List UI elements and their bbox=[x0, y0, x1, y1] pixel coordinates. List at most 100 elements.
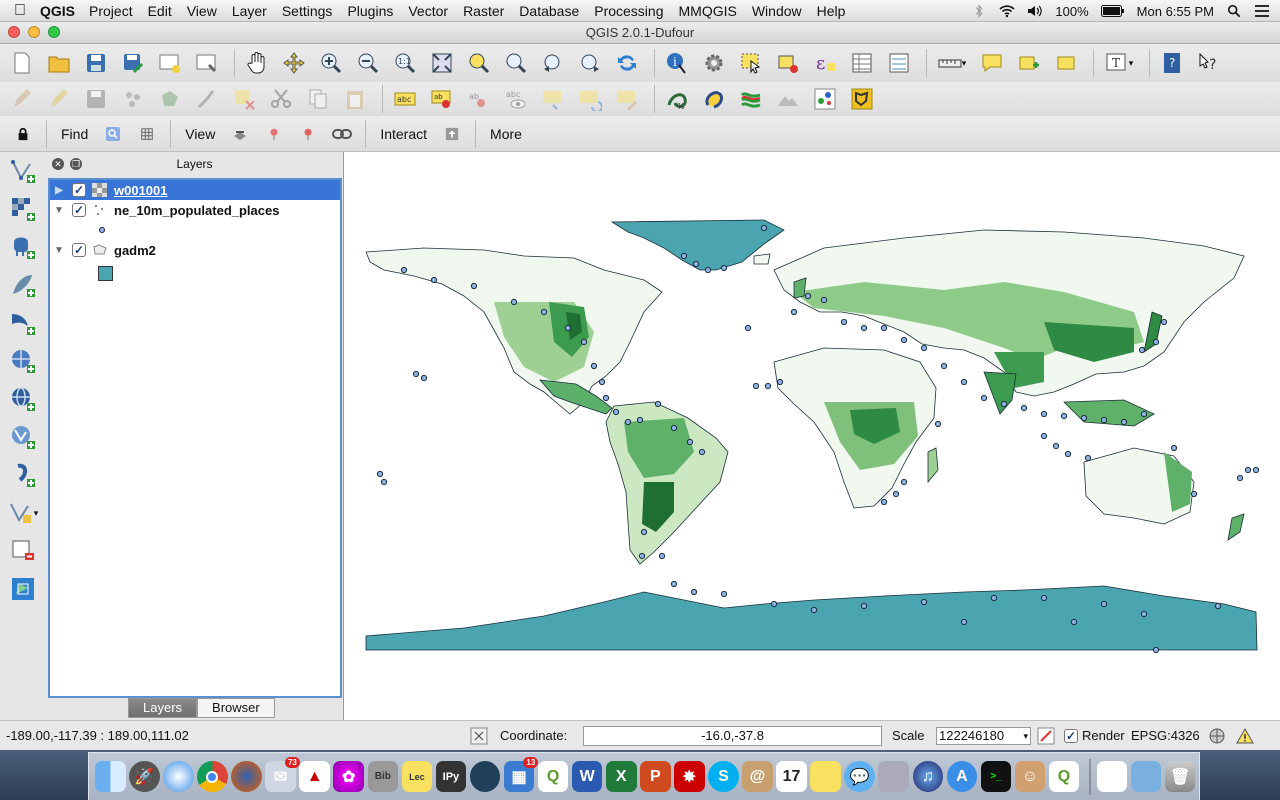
node-tool-button[interactable] bbox=[191, 84, 223, 114]
apple-menu-icon[interactable]:  bbox=[0, 2, 40, 20]
layer-view-icon[interactable] bbox=[229, 123, 251, 145]
starburst-app-icon[interactable]: ✸ bbox=[674, 761, 705, 792]
zoom-actual-size-button[interactable]: 1:1 bbox=[389, 48, 421, 78]
upload-icon[interactable] bbox=[441, 123, 463, 145]
run-feature-action-button[interactable] bbox=[698, 48, 730, 78]
add-delimited-text-layer-button[interactable] bbox=[0, 456, 46, 494]
move-feature-button[interactable] bbox=[154, 84, 186, 114]
menu-window[interactable]: Window bbox=[752, 3, 802, 19]
qgis-icon[interactable]: Q bbox=[537, 761, 569, 792]
clock[interactable]: Mon 6:55 PM bbox=[1137, 4, 1214, 19]
menu-plugins[interactable]: Plugins bbox=[347, 3, 393, 19]
marker-icon[interactable] bbox=[297, 123, 319, 145]
close-panel-icon[interactable]: ✕ bbox=[52, 158, 64, 170]
layer-visibility-checkbox[interactable]: ✓ bbox=[72, 243, 86, 257]
excel-icon[interactable]: X bbox=[605, 761, 637, 792]
current-edits-button[interactable] bbox=[6, 84, 38, 114]
plugin-shape-button[interactable] bbox=[846, 84, 878, 114]
zoom-to-selection-button[interactable] bbox=[463, 48, 495, 78]
field-calculator-button[interactable] bbox=[883, 48, 915, 78]
select-features-button[interactable] bbox=[735, 48, 767, 78]
menu-mmqgis[interactable]: MMQGIS bbox=[679, 3, 737, 19]
copy-features-button[interactable] bbox=[302, 84, 334, 114]
zoom-window-button[interactable] bbox=[48, 26, 60, 38]
select-by-expression-button[interactable]: ε bbox=[809, 48, 841, 78]
link-icon[interactable] bbox=[331, 123, 353, 145]
zoom-to-layer-button[interactable] bbox=[500, 48, 532, 78]
expand-arrow-icon[interactable]: ▶ bbox=[50, 185, 68, 196]
openlayers-plugin-button[interactable] bbox=[809, 84, 841, 114]
contacts-icon[interactable]: @ bbox=[742, 761, 773, 792]
render-checkbox[interactable]: ✓ bbox=[1064, 728, 1078, 743]
map-canvas[interactable] bbox=[343, 152, 1280, 720]
add-wfs-layer-button[interactable] bbox=[0, 418, 46, 456]
pdf-icon[interactable]: ▲ bbox=[299, 761, 330, 792]
identify-features-button[interactable]: i bbox=[661, 48, 693, 78]
flower-app-icon[interactable]: ✿ bbox=[333, 761, 364, 792]
new-shapefile-layer-button[interactable]: ▾ bbox=[0, 494, 46, 532]
add-spatialite-layer-button[interactable] bbox=[0, 266, 46, 304]
pan-map-button[interactable] bbox=[241, 48, 273, 78]
georeferencer-button[interactable]: % bbox=[661, 84, 693, 114]
show-hide-labels-button[interactable]: abc bbox=[500, 84, 532, 114]
layer-row-w001001[interactable]: ▶ ✓ w001001 bbox=[50, 180, 340, 200]
new-project-button[interactable] bbox=[6, 48, 38, 78]
highlight-pinned-labels-button[interactable]: ab bbox=[463, 84, 495, 114]
powerpoint-icon[interactable]: P bbox=[640, 761, 671, 792]
render-toggle[interactable]: ✓ Render bbox=[1064, 728, 1125, 743]
wifi-icon[interactable] bbox=[999, 4, 1015, 18]
toggle-editing-button[interactable] bbox=[43, 84, 75, 114]
new-bookmark-button[interactable] bbox=[1013, 48, 1045, 78]
whats-this-button[interactable]: ? bbox=[1193, 48, 1225, 78]
more-label[interactable]: More bbox=[490, 126, 522, 142]
trash-icon[interactable]: 🗑 bbox=[1164, 761, 1196, 792]
bluetooth-icon[interactable] bbox=[971, 4, 987, 18]
show-bookmarks-button[interactable] bbox=[1050, 48, 1082, 78]
float-panel-icon[interactable]: ❐ bbox=[70, 158, 82, 170]
launchpad-icon[interactable]: 🚀 bbox=[129, 761, 160, 792]
calendar-icon[interactable]: 17 bbox=[776, 761, 807, 792]
itunes-icon[interactable]: ♫ bbox=[912, 761, 944, 792]
menu-project[interactable]: Project bbox=[89, 3, 133, 19]
rotate-label-button[interactable] bbox=[574, 84, 606, 114]
remove-layer-button[interactable] bbox=[0, 532, 46, 570]
zoom-last-button[interactable] bbox=[537, 48, 569, 78]
minimize-window-button[interactable] bbox=[28, 26, 40, 38]
add-feature-button[interactable] bbox=[117, 84, 149, 114]
grid-app-icon[interactable]: ▦ 13 bbox=[503, 757, 539, 792]
firefox-icon[interactable] bbox=[231, 761, 262, 792]
help-contents-button[interactable]: ? bbox=[1156, 48, 1188, 78]
menu-view[interactable]: View bbox=[187, 3, 217, 19]
add-postgis-layer-button[interactable] bbox=[0, 228, 46, 266]
projection-globe-icon[interactable] bbox=[1208, 727, 1226, 745]
qgis-browser-icon[interactable]: Q bbox=[1048, 761, 1080, 792]
add-vector-layer-button[interactable] bbox=[0, 152, 46, 190]
menu-raster[interactable]: Raster bbox=[463, 3, 504, 19]
tab-browser[interactable]: Browser bbox=[197, 698, 275, 718]
screenshot-icon[interactable] bbox=[878, 761, 909, 792]
interpolation-button[interactable] bbox=[735, 84, 767, 114]
collapse-arrow-icon[interactable]: ▼ bbox=[50, 205, 68, 216]
layer-visibility-checkbox[interactable]: ✓ bbox=[72, 203, 86, 217]
heatmap-button[interactable] bbox=[698, 84, 730, 114]
composer-manager-button[interactable] bbox=[191, 48, 223, 78]
word-icon[interactable]: W bbox=[571, 761, 603, 792]
overview-button[interactable] bbox=[0, 570, 46, 608]
find-search-icon[interactable] bbox=[102, 123, 124, 145]
save-as-button[interactable] bbox=[117, 48, 149, 78]
folder-stack-icon[interactable] bbox=[1130, 761, 1162, 792]
volume-icon[interactable] bbox=[1027, 4, 1043, 18]
text-annotation-button[interactable]: T ▾ bbox=[1100, 48, 1138, 78]
menu-help[interactable]: Help bbox=[817, 3, 846, 19]
chrome-icon[interactable] bbox=[197, 761, 228, 792]
menu-layer[interactable]: Layer bbox=[232, 3, 267, 19]
stickies-icon[interactable] bbox=[810, 761, 841, 792]
close-window-button[interactable] bbox=[8, 26, 20, 38]
move-label-button[interactable] bbox=[537, 84, 569, 114]
app-menu[interactable]: QGIS bbox=[40, 3, 75, 19]
terminal-icon[interactable]: >_ bbox=[980, 761, 1012, 792]
pin-icon[interactable] bbox=[263, 123, 285, 145]
zoom-out-button[interactable] bbox=[352, 48, 384, 78]
skype-icon[interactable]: S bbox=[708, 761, 739, 792]
menu-settings[interactable]: Settings bbox=[282, 3, 333, 19]
